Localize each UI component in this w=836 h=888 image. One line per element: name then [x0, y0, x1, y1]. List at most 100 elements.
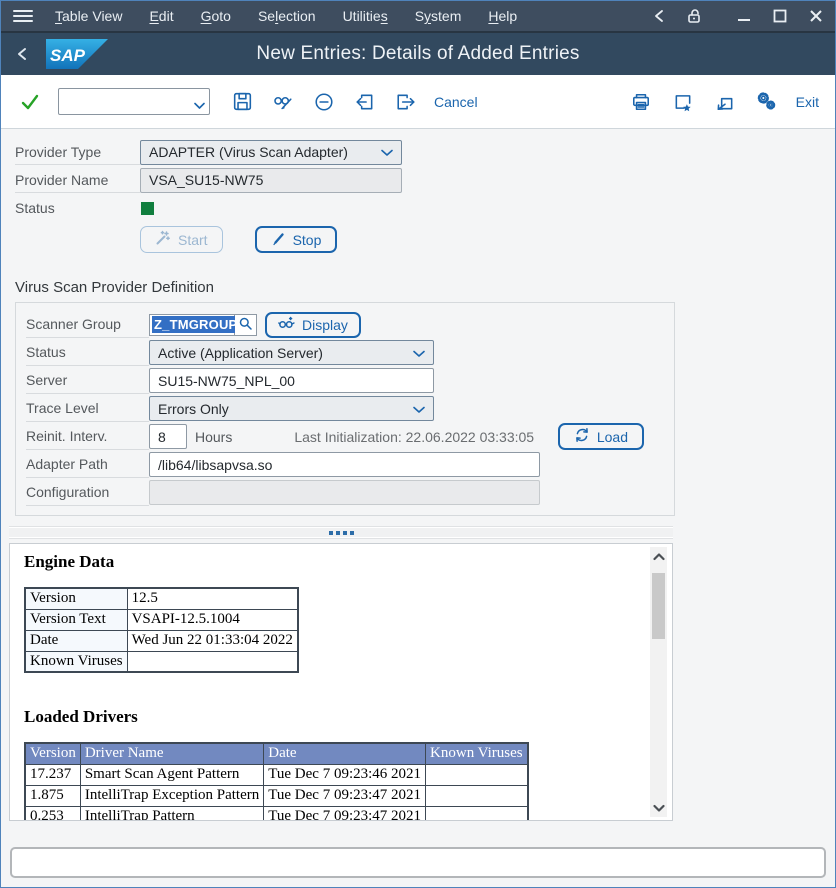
stop-button[interactable]: Stop	[255, 226, 338, 253]
menu-table-view[interactable]: Table View	[55, 8, 122, 24]
chevron-down-icon	[381, 144, 393, 160]
splitter-handle[interactable]	[9, 526, 673, 539]
start-button[interactable]: Start	[140, 226, 223, 253]
trace-level-label: Trace Level	[26, 395, 149, 422]
def-status-row: Status Active (Application Server)	[26, 339, 674, 366]
menu-goto[interactable]: Goto	[201, 8, 231, 24]
table-row: DateWed Jun 22 01:33:04 2022	[25, 630, 298, 651]
save-icon[interactable]	[229, 89, 255, 115]
magic-wand-icon	[155, 230, 171, 249]
hours-label: Hours	[195, 429, 232, 445]
adapter-path-input[interactable]	[158, 457, 531, 473]
loaded-drivers-table: Version Driver Name Date Known Viruses 1…	[24, 742, 529, 821]
scrollbar-thumb[interactable]	[652, 573, 665, 639]
back-page-icon[interactable]	[352, 89, 378, 115]
provider-name-label: Provider Name	[15, 167, 140, 193]
back-icon[interactable]	[15, 45, 28, 63]
def-status-select[interactable]: Active (Application Server)	[149, 340, 434, 365]
screen-body: Provider Type ADAPTER (Virus Scan Adapte…	[1, 129, 835, 841]
menu-edit[interactable]: Edit	[149, 8, 173, 24]
sap-gui-window: Table View Edit Goto Selection Utilities…	[0, 0, 836, 888]
vertical-scrollbar[interactable]	[650, 547, 667, 817]
application-toolbar: Cancel Exit	[1, 75, 835, 129]
table-row: Known Viruses	[25, 651, 298, 672]
exit-button[interactable]: Exit	[796, 94, 819, 110]
status-green-indicator	[141, 202, 154, 215]
display-button[interactable]: Display	[265, 312, 361, 338]
reinit-input[interactable]	[158, 429, 178, 445]
configuration-label: Configuration	[26, 479, 149, 506]
scroll-down-icon[interactable]	[653, 799, 665, 817]
page-title: New Entries: Details of Added Entries	[256, 43, 579, 65]
configuration-row: Configuration	[26, 479, 674, 506]
menu-system[interactable]: System	[415, 8, 462, 24]
provider-type-label: Provider Type	[15, 139, 140, 165]
server-label: Server	[26, 367, 149, 394]
maximize-icon[interactable]	[773, 9, 787, 23]
new-session-icon[interactable]	[670, 89, 696, 115]
exit-page-icon[interactable]	[393, 89, 419, 115]
enter-check-icon[interactable]	[17, 89, 43, 115]
glasses-icon	[278, 316, 295, 334]
settings-gears-icon[interactable]	[754, 89, 780, 115]
minimize-icon[interactable]	[737, 9, 751, 23]
command-input[interactable]	[58, 88, 210, 115]
adapter-path-field[interactable]	[149, 452, 540, 477]
table-row: 1.875IntelliTrap Exception PatternTue De…	[25, 785, 528, 806]
section-title: Virus Scan Provider Definition	[15, 279, 821, 296]
command-field	[58, 88, 210, 115]
collapse-chevron-icon[interactable]	[653, 8, 665, 24]
svg-text:SAP: SAP	[50, 46, 86, 65]
table-row: 0.253IntelliTrap PatternTue Dec 7 09:23:…	[25, 806, 528, 821]
sap-logo: SAP	[46, 39, 108, 69]
engine-data-title: Engine Data	[24, 552, 658, 572]
menu-help[interactable]: Help	[488, 8, 517, 24]
provider-type-select[interactable]: ADAPTER (Virus Scan Adapter)	[140, 140, 402, 165]
scroll-up-icon[interactable]	[653, 547, 665, 565]
refresh-icon	[574, 427, 590, 446]
configuration-field	[149, 480, 540, 505]
cancel-button[interactable]: Cancel	[434, 94, 478, 110]
provider-type-row: Provider Type ADAPTER (Virus Scan Adapte…	[15, 139, 821, 165]
hamburger-menu-icon[interactable]	[13, 10, 33, 22]
provider-name-field[interactable]: VSA_SU15-NW75	[140, 168, 402, 193]
menu-selection[interactable]: Selection	[258, 8, 316, 24]
chevron-down-icon	[413, 345, 425, 361]
scanner-group-field[interactable]: Z_TMGROUP	[149, 314, 235, 336]
load-button[interactable]: Load	[558, 423, 644, 450]
status-bar	[1, 841, 835, 887]
provider-definition-groupbox: Scanner Group Z_TMGROUP Display Status A…	[15, 302, 675, 516]
def-status-label: Status	[26, 339, 149, 366]
trace-level-select[interactable]: Errors Only	[149, 396, 434, 421]
reinit-row: Reinit. Interv. Hours Last Initializatio…	[26, 423, 674, 450]
menu-utilities[interactable]: Utilities	[343, 8, 388, 24]
engine-data-table: Version12.5 Version TextVSAPI-12.5.1004 …	[24, 587, 299, 673]
server-row: Server	[26, 367, 674, 394]
display-change-icon[interactable]	[270, 89, 296, 115]
loaded-drivers-title: Loaded Drivers	[24, 707, 658, 727]
trace-level-row: Trace Level Errors Only	[26, 395, 674, 422]
status-row: Status	[15, 195, 263, 221]
server-field[interactable]	[149, 368, 434, 393]
provider-name-row: Provider Name VSA_SU15-NW75	[15, 167, 821, 193]
html-report-viewer: Engine Data Version12.5 Version TextVSAP…	[9, 543, 673, 821]
lock-open-icon[interactable]	[685, 7, 703, 25]
title-bar: SAP New Entries: Details of Added Entrie…	[1, 33, 835, 75]
table-row: Version TextVSAPI-12.5.1004	[25, 609, 298, 630]
adapter-path-row: Adapter Path	[26, 451, 674, 478]
status-label: Status	[15, 195, 140, 221]
focus-frame: Z_TMGROUP	[146, 311, 260, 339]
status-message-field[interactable]	[10, 847, 826, 878]
server-input[interactable]	[158, 373, 425, 389]
print-icon[interactable]	[628, 89, 654, 115]
start-stop-buttons: Start Stop	[140, 226, 821, 253]
scrollbar-track[interactable]	[650, 565, 667, 799]
no-icon[interactable]	[311, 89, 337, 115]
reinit-field[interactable]	[149, 424, 187, 449]
create-shortcut-icon[interactable]	[712, 89, 738, 115]
last-initialization-text: Last Initialization: 22.06.2022 03:33:05	[294, 429, 534, 445]
menu-bar: Table View Edit Goto Selection Utilities…	[1, 1, 835, 33]
close-icon[interactable]	[809, 9, 823, 23]
reinit-label: Reinit. Interv.	[26, 423, 149, 450]
table-row: 17.237Smart Scan Agent PatternTue Dec 7 …	[25, 764, 528, 785]
